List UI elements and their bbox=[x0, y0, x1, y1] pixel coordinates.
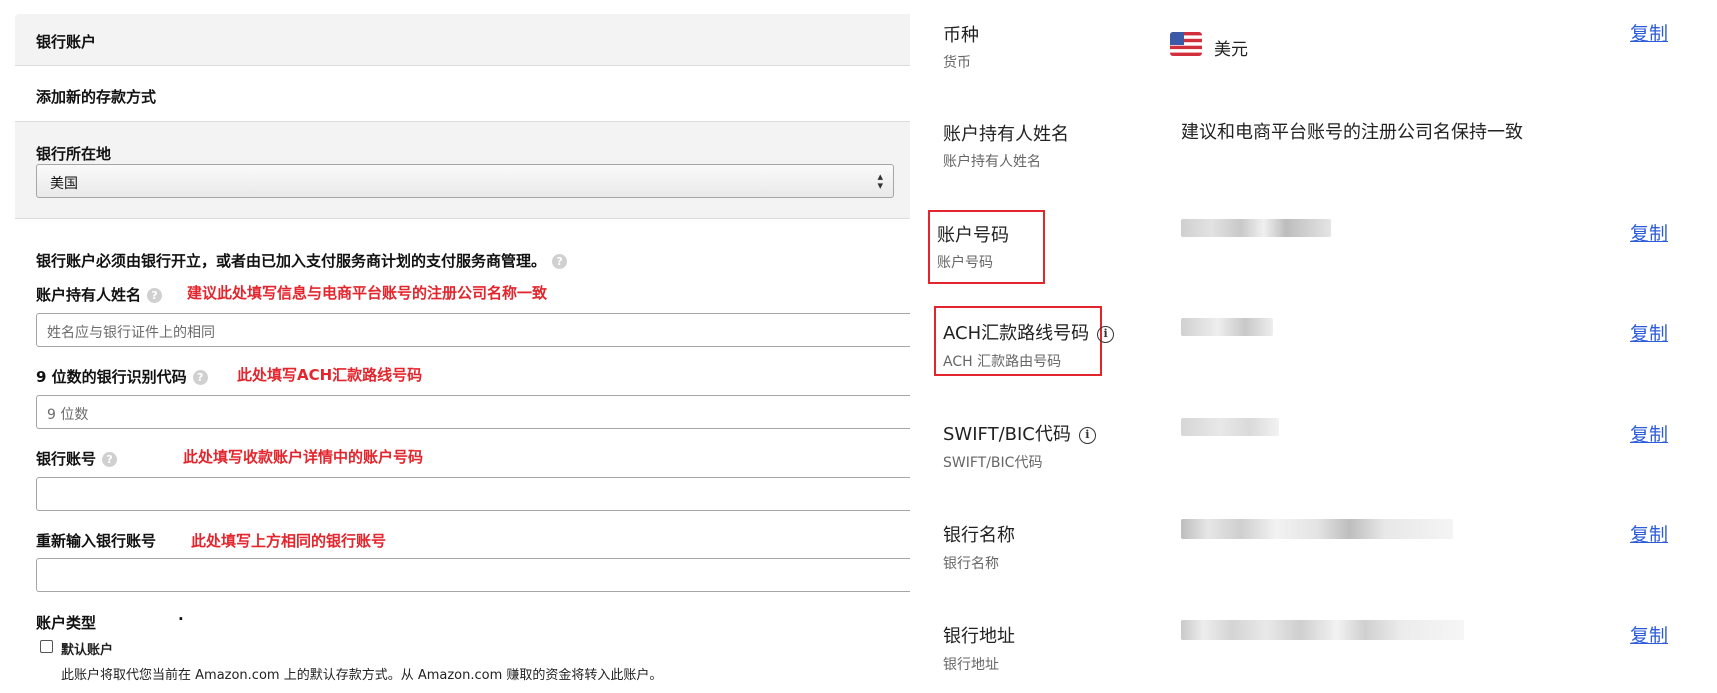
account-number-label: 账户号码 bbox=[937, 225, 1009, 246]
holder-name-input[interactable]: 姓名应与银行证件上的相同 bbox=[36, 313, 910, 347]
account-details-panel: 币种 货币 美元 复制 账户持有人姓名 账户持有人姓名 建议和电商平台账号的注册… bbox=[910, 0, 1717, 693]
select-arrows-icon: ▴ ▾ bbox=[877, 170, 883, 192]
section-title: 银行账户 bbox=[36, 33, 97, 51]
ach-routing-value-redacted bbox=[1181, 318, 1273, 336]
bank-location-label: 银行所在地 bbox=[36, 145, 112, 163]
holder-name-sub: 账户持有人姓名 bbox=[943, 154, 1041, 170]
account-number-value-redacted bbox=[1181, 219, 1331, 237]
notice-text: 银行账户必须由银行开立，或者由已加入支付服务商计划的支付服务商管理。? bbox=[36, 250, 568, 271]
holder-name-value: 建议和电商平台账号的注册公司名保持一致 bbox=[1181, 122, 1523, 143]
account-number-input[interactable] bbox=[36, 477, 910, 511]
default-account-label: 默认账户 bbox=[61, 643, 114, 658]
bank-location-value: 美国 bbox=[50, 176, 78, 192]
holder-annotation: 建议此处填写信息与电商平台账号的注册公司名称一致 bbox=[187, 284, 548, 302]
account-type-label: 账户类型 bbox=[36, 614, 97, 632]
holder-label: 账户持有人姓名? bbox=[36, 284, 163, 305]
account-number-label: 银行账号? bbox=[36, 448, 118, 469]
routing-annotation: 此处填写ACH汇款路线号码 bbox=[237, 366, 423, 384]
reenter-annotation: 此处填写上方相同的银行账号 bbox=[191, 532, 387, 550]
default-account-checkbox[interactable] bbox=[40, 640, 53, 653]
bank-location-select[interactable]: 美国 ▴ ▾ bbox=[36, 164, 894, 198]
ach-routing-label: ACH汇款路线号码 i bbox=[943, 319, 1115, 345]
copy-bank-name-button[interactable]: 复制 bbox=[1630, 520, 1668, 547]
holder-name-label: 账户持有人姓名 bbox=[943, 124, 1069, 145]
currency-sub: 货币 bbox=[943, 55, 971, 71]
ach-routing-sub: ACH 汇款路由号码 bbox=[943, 354, 1062, 370]
section-header bbox=[15, 14, 910, 66]
bank-account-form: 银行账户 添加新的存款方式 银行所在地 美国 ▴ ▾ 银行账户必须由银行开立，或者… bbox=[0, 0, 910, 693]
add-method-title: 添加新的存款方式 bbox=[36, 88, 157, 106]
bank-name-value-redacted bbox=[1181, 519, 1453, 539]
copy-bank-address-button[interactable]: 复制 bbox=[1630, 621, 1668, 648]
bank-name-sub: 银行名称 bbox=[943, 556, 999, 572]
swift-label: SWIFT/BIC代码 i bbox=[943, 420, 1096, 446]
default-account-note: 此账户将取代您当前在 Amazon.com 上的默认存款方式。从 Amazon.… bbox=[61, 668, 663, 683]
copy-account-number-button[interactable]: 复制 bbox=[1630, 219, 1668, 246]
copy-currency-button[interactable]: 复制 bbox=[1630, 19, 1668, 46]
info-icon[interactable]: i bbox=[1097, 325, 1115, 343]
swift-value-redacted bbox=[1181, 418, 1279, 436]
swift-sub: SWIFT/BIC代码 bbox=[943, 455, 1043, 471]
currency-label: 币种 bbox=[943, 25, 979, 46]
account-annotation: 此处填写收款账户详情中的账户号码 bbox=[183, 448, 424, 466]
routing-label: 9 位数的银行识别代码? bbox=[36, 366, 208, 387]
reenter-account-input[interactable] bbox=[36, 558, 910, 592]
bank-name-label: 银行名称 bbox=[943, 525, 1015, 546]
reenter-label: 重新输入银行账号 bbox=[36, 532, 157, 550]
us-flag-icon bbox=[1170, 32, 1202, 56]
bank-address-value-redacted bbox=[1181, 620, 1464, 640]
routing-number-input[interactable]: 9 位数 bbox=[36, 395, 910, 429]
info-icon[interactable]: i bbox=[1078, 426, 1096, 444]
bank-address-label: 银行地址 bbox=[943, 626, 1015, 647]
help-icon[interactable]: ? bbox=[552, 254, 568, 269]
currency-value: 美元 bbox=[1214, 40, 1248, 60]
account-number-sub: 账户号码 bbox=[937, 255, 993, 271]
copy-swift-button[interactable]: 复制 bbox=[1630, 420, 1668, 447]
account-type-dot: · bbox=[178, 610, 184, 628]
help-icon[interactable]: ? bbox=[192, 370, 208, 385]
bank-address-sub: 银行地址 bbox=[943, 657, 999, 673]
copy-ach-routing-button[interactable]: 复制 bbox=[1630, 319, 1668, 346]
help-icon[interactable]: ? bbox=[102, 452, 118, 467]
help-icon[interactable]: ? bbox=[147, 288, 163, 303]
